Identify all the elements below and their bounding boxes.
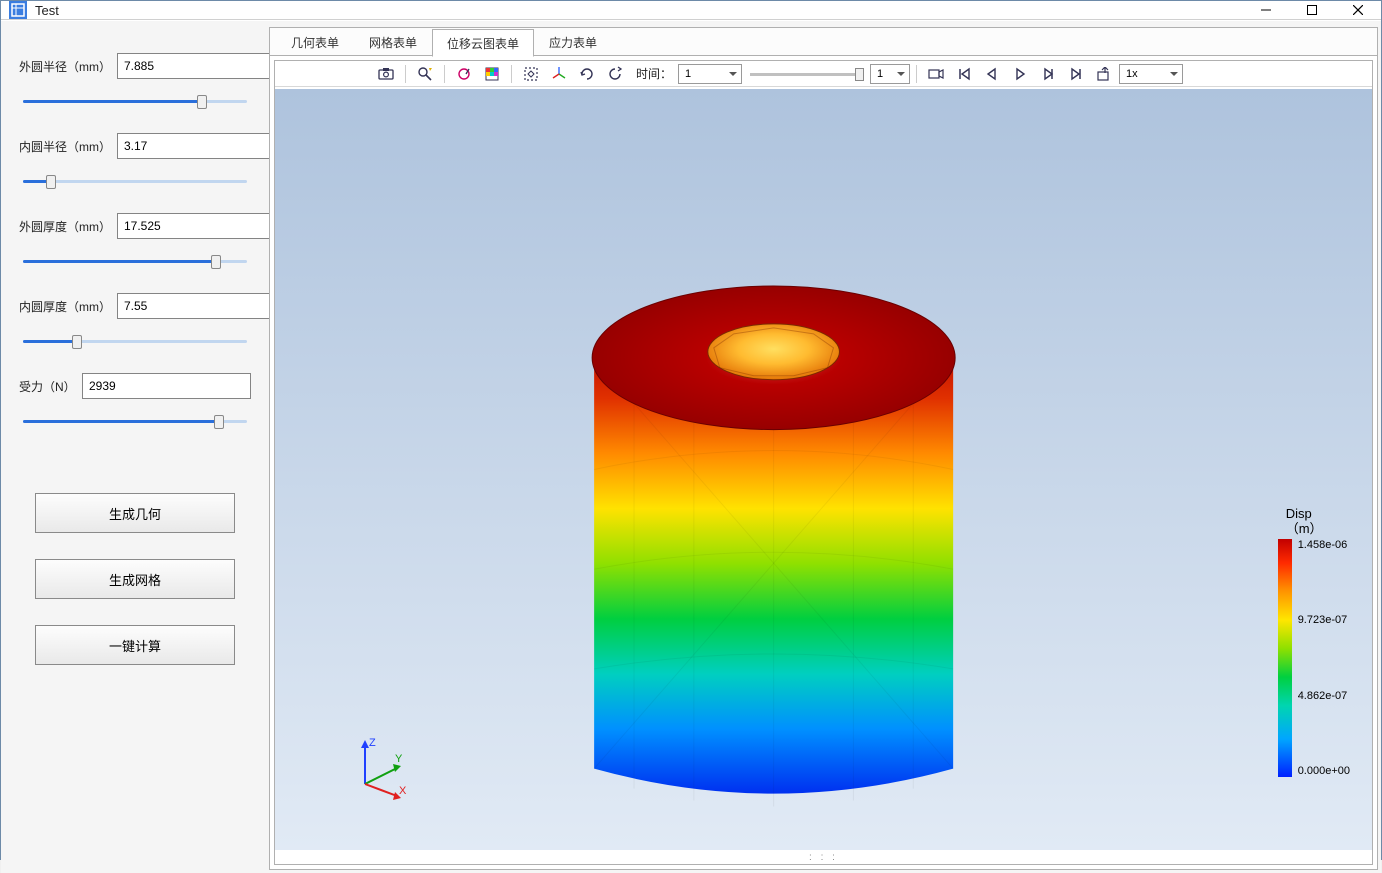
frame-combo[interactable]: 1 [870,64,910,84]
force-slider[interactable] [19,411,251,431]
view-wrap: 时间： 1 1 1x [270,56,1377,869]
generate-geometry-button[interactable]: 生成几何 [35,493,235,533]
export-icon[interactable] [1091,63,1117,85]
time-slider[interactable] [748,64,864,84]
window-controls [1243,1,1381,19]
next-frame-icon[interactable] [1035,63,1061,85]
main-panel: 几何表单 网格表单 位移云图表单 应力表单 [269,27,1378,870]
param-label: 外圆半径（mm） [19,58,111,75]
window-title: Test [35,3,1243,18]
minimize-button[interactable] [1243,1,1289,19]
last-frame-icon[interactable] [1063,63,1089,85]
first-frame-icon[interactable] [951,63,977,85]
zoom-extent-icon[interactable] [412,63,438,85]
outer-thickness-input[interactable] [117,213,286,239]
param-row-outer-thickness: 外圆厚度（mm） [19,213,251,239]
param-label: 外圆厚度（mm） [19,218,111,235]
param-label: 内圆厚度（mm） [19,298,111,315]
param-row-force: 受力（N） [19,373,251,399]
tab-displacement[interactable]: 位移云图表单 [432,29,534,57]
svg-text:X: X [399,785,407,797]
param-label: 受力（N） [19,378,76,395]
param-row-outer-radius: 外圆半径（mm） [19,53,251,79]
tab-geometry[interactable]: 几何表单 [276,28,354,56]
fit-view-icon[interactable] [518,63,544,85]
force-input[interactable] [82,373,251,399]
app-icon [9,1,27,19]
displacement-plot [275,89,1372,850]
tab-bar: 几何表单 网格表单 位移云图表单 应力表单 [270,28,1377,56]
legend-ticks: 1.458e-06 9.723e-07 4.862e-07 0.000e+00 [1298,539,1350,777]
time-combo[interactable]: 1 [678,64,742,84]
axes-gizmo-icon[interactable] [546,63,572,85]
viewer-canvas[interactable]: Z Y X Disp （m） [275,89,1372,850]
param-row-inner-thickness: 内圆厚度（mm） [19,293,251,319]
inner-radius-input[interactable] [117,133,286,159]
close-button[interactable] [1335,1,1381,19]
inner-thickness-slider[interactable] [19,331,251,351]
titlebar: Test [1,1,1381,20]
svg-text:Z: Z [369,737,376,749]
viewer-toolbar: 时间： 1 1 1x [275,61,1372,87]
view-box: 时间： 1 1 1x [274,60,1373,865]
tab-stress[interactable]: 应力表单 [534,28,612,56]
color-legend: Disp （m） 1.458e-06 9.723e-07 4.862e-07 0… [1278,507,1350,777]
outer-radius-input[interactable] [117,53,286,79]
outer-radius-slider[interactable] [19,91,251,111]
param-row-inner-radius: 内圆半径（mm） [19,133,251,159]
sidebar: 外圆半径（mm） 内圆半径（mm） 外圆厚度（mm） [7,27,263,870]
inner-thickness-input[interactable] [117,293,286,319]
compute-button[interactable]: 一键计算 [35,625,235,665]
generate-mesh-button[interactable]: 生成网格 [35,559,235,599]
app-window: Test 外圆半径（mm） 内圆半径（mm [0,0,1382,860]
body-area: 外圆半径（mm） 内圆半径（mm） 外圆厚度（mm） [1,20,1381,873]
tab-mesh[interactable]: 网格表单 [354,28,432,56]
outer-thickness-slider[interactable] [19,251,251,271]
resize-handle[interactable]: : : : [275,852,1372,864]
play-icon[interactable] [1007,63,1033,85]
reset-icon[interactable] [602,63,628,85]
select-icon[interactable] [451,63,477,85]
rotate-icon[interactable] [574,63,600,85]
time-label: 时间： [636,65,672,82]
screenshot-icon[interactable] [373,63,399,85]
svg-text:Y: Y [395,753,403,765]
prev-frame-icon[interactable] [979,63,1005,85]
colormap-icon[interactable] [479,63,505,85]
param-label: 内圆半径（mm） [19,138,111,155]
legend-bar [1278,539,1292,777]
axis-gizmo-icon: Z Y X [345,734,415,804]
maximize-button[interactable] [1289,1,1335,19]
speed-combo[interactable]: 1x [1119,64,1183,84]
inner-radius-slider[interactable] [19,171,251,191]
legend-title: Disp （m） [1286,507,1323,537]
record-icon[interactable] [923,63,949,85]
